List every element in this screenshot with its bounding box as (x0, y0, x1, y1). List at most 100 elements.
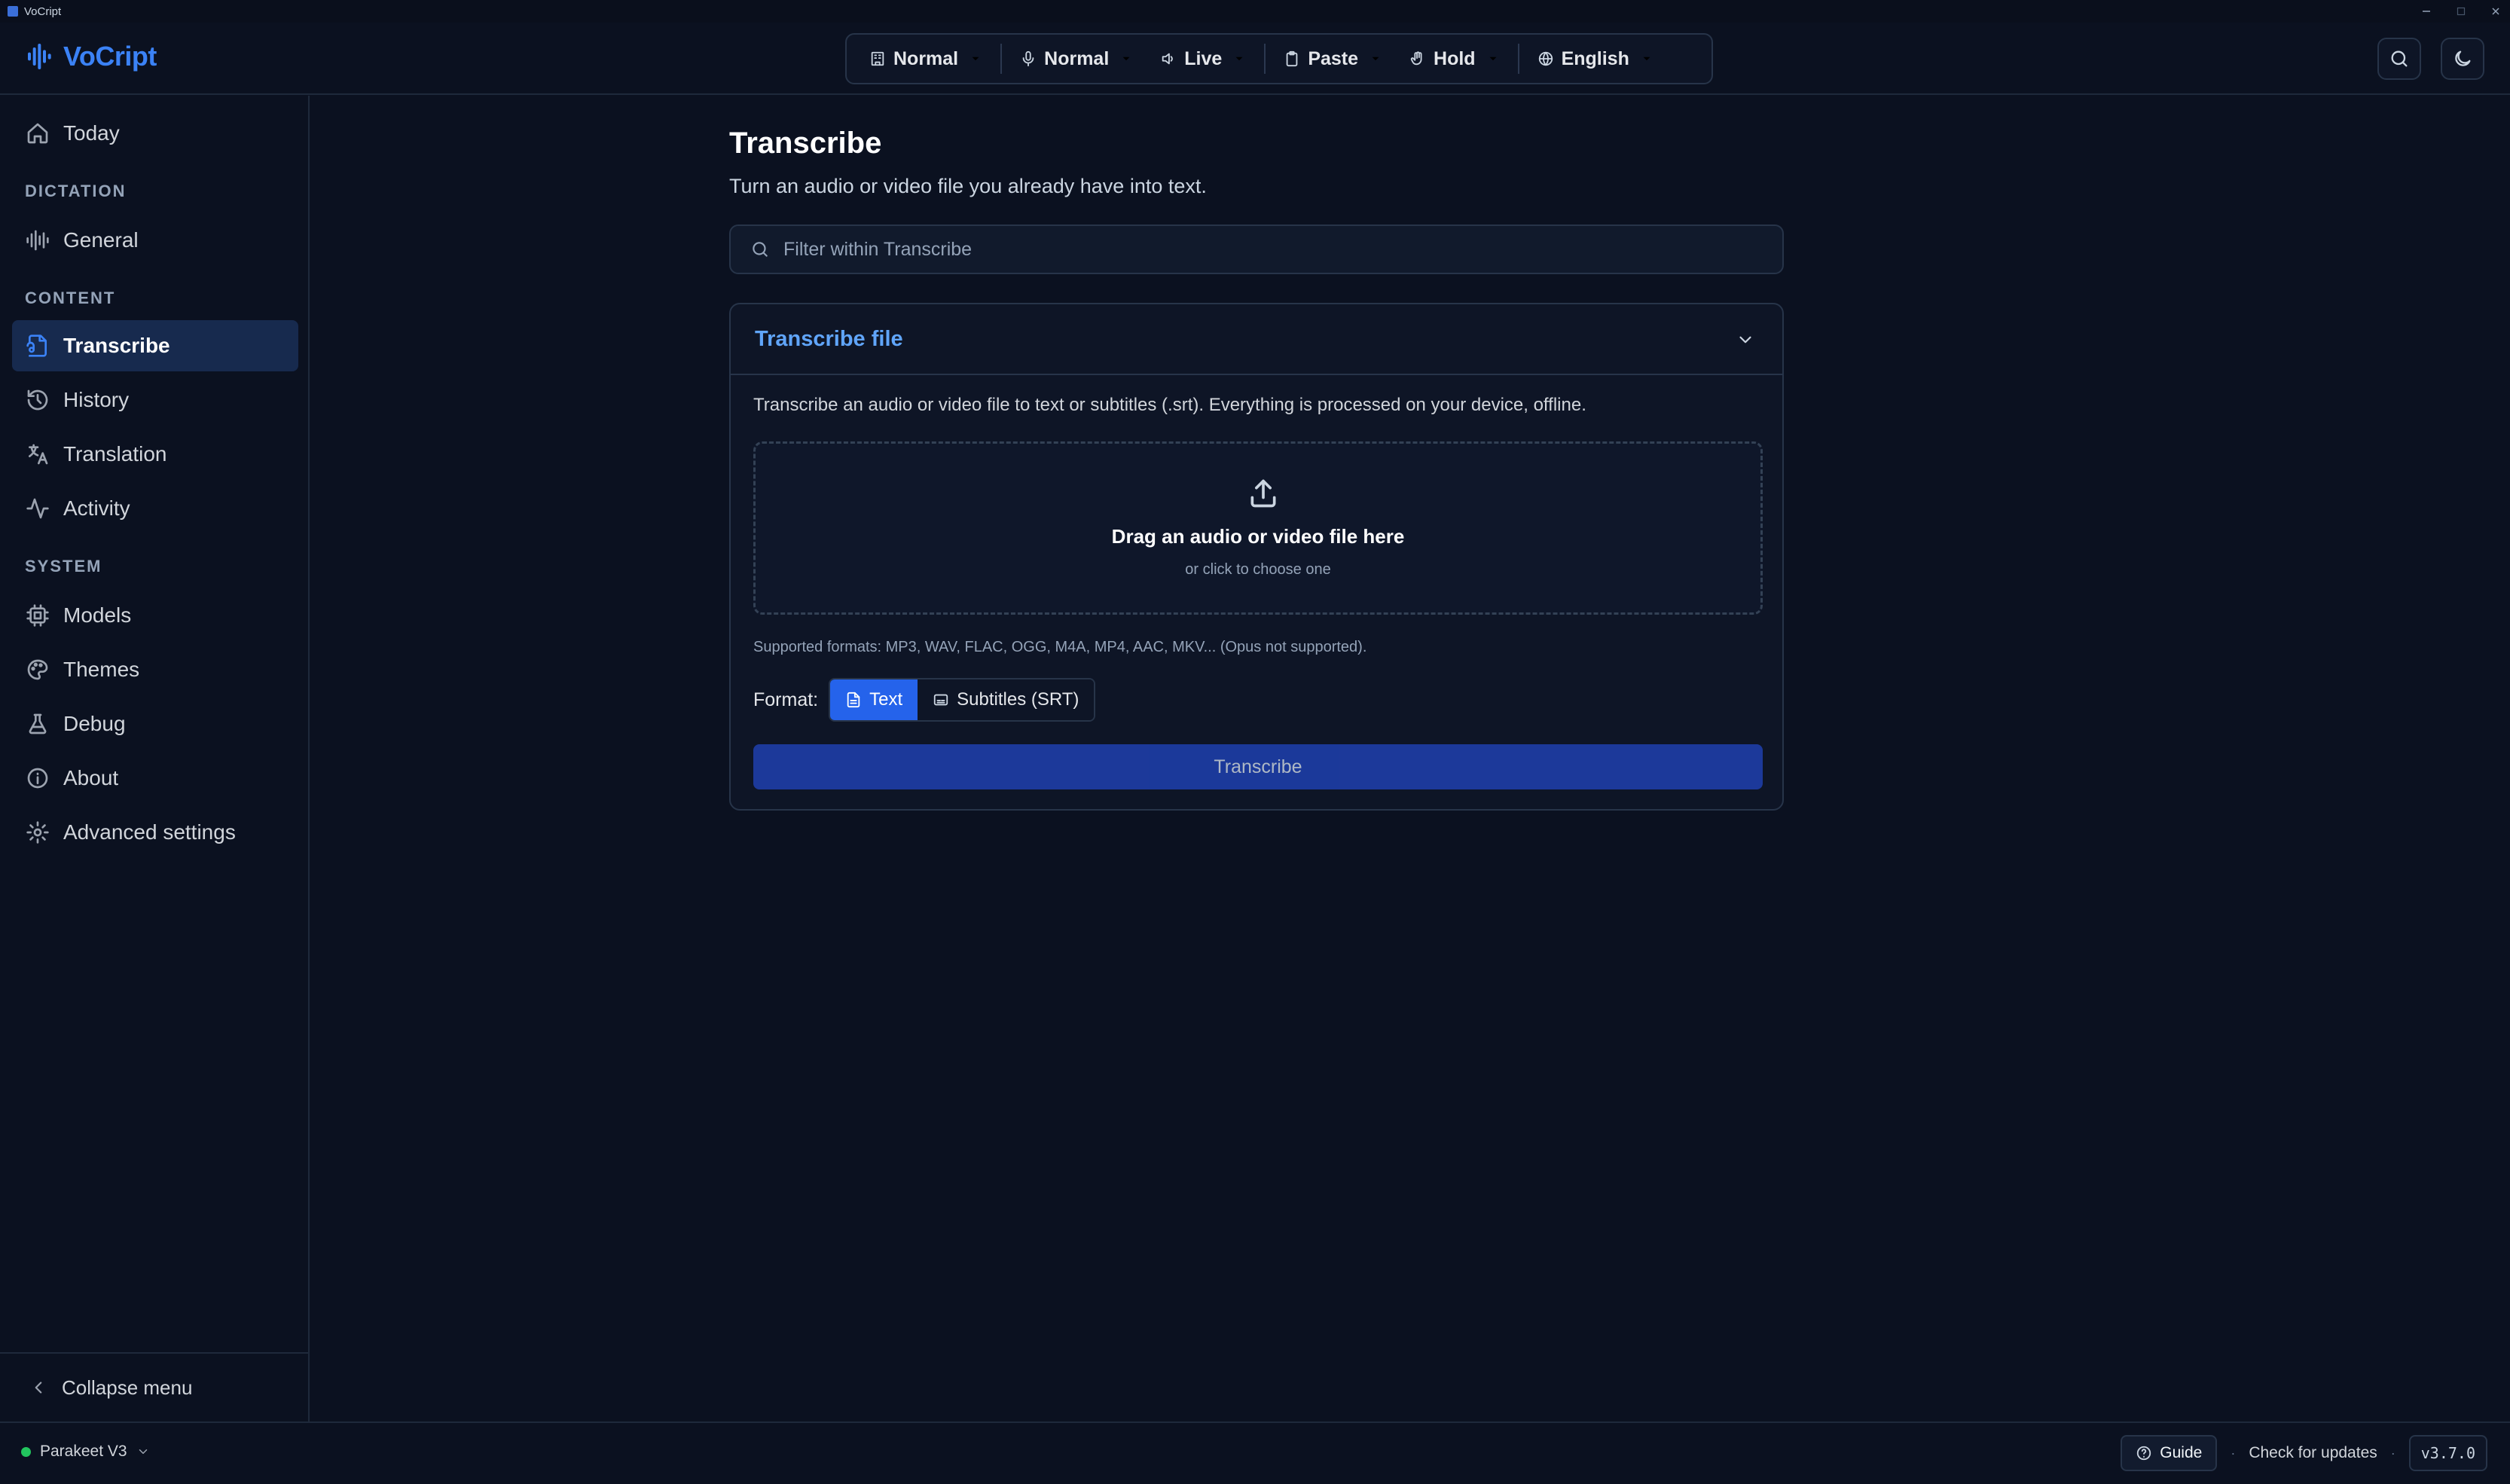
section-heading-content: CONTENT (25, 289, 116, 307)
filter-field[interactable] (729, 224, 1784, 274)
window-controls (2420, 0, 2502, 23)
sidebar-item-label: Advanced settings (63, 820, 236, 844)
sidebar-item-themes[interactable]: Themes (12, 644, 298, 695)
status-bar: Parakeet V3 Guide · Check for updates · … (0, 1421, 2510, 1484)
speaker-icon (1160, 50, 1177, 67)
sidebar-item-label: History (63, 388, 130, 411)
sidebar-item-advanced-settings[interactable]: Advanced settings (12, 807, 298, 858)
format-srt-label: Subtitles (SRT) (957, 689, 1079, 710)
format-srt-button[interactable]: Subtitles (SRT) (918, 679, 1095, 720)
chevron-down-icon (969, 52, 982, 66)
sidebar-item-today[interactable]: Today (12, 108, 298, 159)
guide-button[interactable]: Guide (2121, 1435, 2218, 1471)
guide-label: Guide (2160, 1444, 2203, 1461)
chevron-down-icon (1486, 52, 1500, 66)
separator-dot: · (2390, 1445, 2395, 1461)
chevron-down-icon (136, 1445, 150, 1458)
output-dropdown[interactable]: Live (1147, 41, 1260, 77)
section-heading-dictation: DICTATION (25, 182, 127, 200)
moon-icon (2452, 48, 2473, 69)
minimize-icon[interactable] (2420, 5, 2433, 18)
search-icon (750, 240, 770, 259)
format-label: Format: (753, 689, 819, 710)
theme-toggle-button[interactable] (2441, 38, 2484, 80)
card-header[interactable]: Transcribe file (731, 304, 1782, 375)
sidebar: Today DICTATION General CONTENT Transcri… (0, 96, 310, 1421)
subtitles-icon (933, 692, 949, 708)
page-subtitle: Turn an audio or video file you already … (729, 175, 1207, 197)
model-name: Parakeet V3 (40, 1443, 127, 1460)
maximize-icon[interactable] (2454, 5, 2468, 18)
clipboard-icon (1284, 50, 1300, 67)
status-dot (21, 1446, 31, 1457)
transcribe-file-card: Transcribe file Transcribe an audio or v… (729, 303, 1784, 811)
home-icon (26, 121, 50, 145)
chevron-down-icon (1640, 52, 1653, 66)
format-toggle: Text Subtitles (SRT) (829, 678, 1096, 722)
toolbar-divider (1000, 44, 1003, 74)
gear-icon (26, 820, 50, 844)
sidebar-item-label: Activity (63, 496, 130, 520)
translate-icon (26, 442, 50, 466)
microphone-icon (1020, 50, 1037, 67)
transcribe-button[interactable]: Transcribe (753, 744, 1763, 789)
sidebar-item-label: Translation (63, 442, 167, 466)
sidebar-item-history[interactable]: History (12, 374, 298, 426)
mode-dropdown[interactable]: Normal (856, 41, 996, 77)
file-audio-icon (26, 334, 50, 358)
check-updates-link[interactable]: Check for updates (2249, 1444, 2377, 1462)
footer-actions: Guide · Check for updates · v3.7.0 (2121, 1435, 2487, 1471)
building-icon (869, 50, 886, 67)
sidebar-item-label: Debug (63, 712, 126, 735)
mode-toolbar: Normal Normal Live Paste Hold English (845, 33, 1713, 84)
hold-label: Hold (1434, 47, 1476, 69)
sidebar-item-debug[interactable]: Debug (12, 698, 298, 750)
chevron-down-icon (1119, 52, 1133, 66)
collapse-menu-button[interactable]: Collapse menu (0, 1352, 308, 1421)
format-selector: Format: Text Subtitles (SRT) (753, 678, 1096, 722)
search-button[interactable] (2377, 38, 2421, 80)
waveform-icon (26, 228, 50, 252)
file-dropzone[interactable]: Drag an audio or video file here or clic… (753, 441, 1763, 615)
sidebar-item-transcribe[interactable]: Transcribe (12, 320, 298, 371)
paste-label: Paste (1308, 47, 1359, 69)
help-circle-icon (2136, 1445, 2152, 1461)
microphone-label: Normal (1044, 47, 1110, 69)
language-dropdown[interactable]: English (1524, 41, 1667, 77)
model-selector[interactable]: Parakeet V3 (21, 1443, 150, 1461)
microphone-dropdown[interactable]: Normal (1006, 41, 1147, 77)
window-titlebar: VoCript (0, 0, 2510, 23)
app-logo[interactable]: VoCript (26, 41, 157, 72)
section-heading-system: SYSTEM (25, 557, 102, 576)
card-description: Transcribe an audio or video file to tex… (753, 395, 1586, 415)
sidebar-item-models[interactable]: Models (12, 590, 298, 641)
card-title: Transcribe file (755, 326, 903, 351)
format-text-button[interactable]: Text (830, 679, 918, 720)
flask-icon (26, 712, 50, 736)
dropzone-subtitle: or click to choose one (1185, 561, 1331, 578)
app-header: VoCript Normal Normal Live Paste Hold En… (0, 23, 2510, 95)
format-text-label: Text (869, 689, 903, 710)
dropzone-title: Drag an audio or video file here (1111, 525, 1405, 548)
sidebar-item-activity[interactable]: Activity (12, 483, 298, 534)
filter-input[interactable] (783, 238, 1687, 261)
chevron-down-icon[interactable] (1736, 330, 1755, 350)
file-text-icon (845, 692, 862, 708)
sidebar-item-translation[interactable]: Translation (12, 429, 298, 480)
hand-icon (1409, 50, 1426, 67)
sidebar-item-label: Transcribe (63, 334, 170, 357)
sidebar-item-label: General (63, 228, 139, 252)
collapse-menu-label: Collapse menu (62, 1376, 193, 1399)
paste-dropdown[interactable]: Paste (1270, 41, 1396, 77)
sidebar-item-label: Models (63, 603, 132, 627)
mode-label: Normal (893, 47, 959, 69)
language-label: English (1561, 47, 1629, 69)
cpu-icon (26, 603, 50, 627)
upload-icon (1247, 477, 1280, 510)
close-icon[interactable] (2489, 5, 2502, 18)
palette-icon (26, 658, 50, 682)
sidebar-item-about[interactable]: About (12, 753, 298, 804)
app-icon (8, 6, 18, 17)
hold-dropdown[interactable]: Hold (1396, 41, 1513, 77)
sidebar-item-general[interactable]: General (12, 215, 298, 266)
